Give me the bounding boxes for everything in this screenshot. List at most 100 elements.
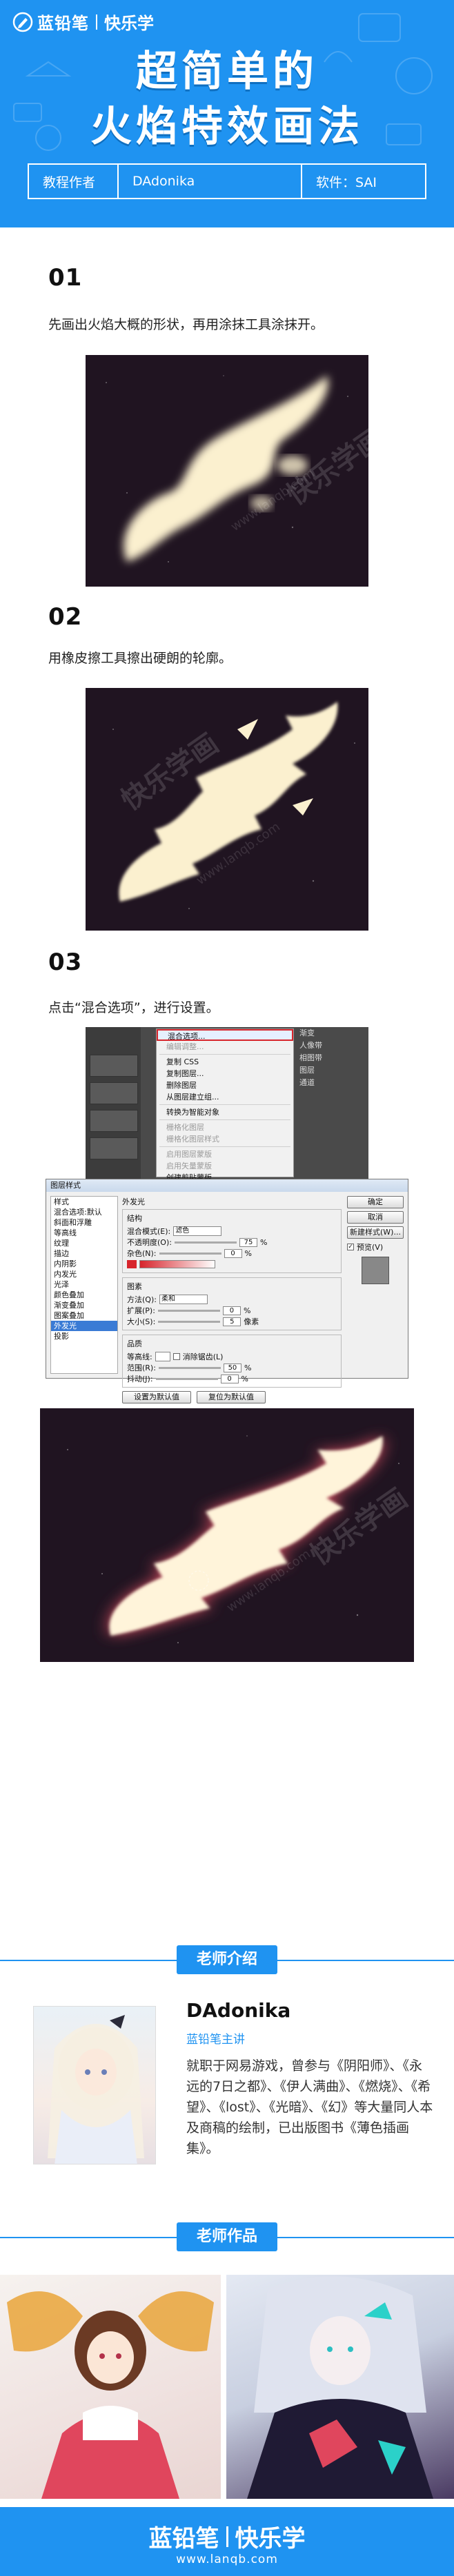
glow-gradient-swatch[interactable] [139, 1260, 215, 1268]
footer-brand: 蓝铅笔 快乐学 [0, 2519, 454, 2553]
method-select[interactable]: 柔和 [159, 1295, 208, 1304]
opacity-percent: % [259, 1237, 268, 1247]
range-label: 范围(R): [127, 1363, 156, 1372]
ps-layer-row[interactable] [90, 1137, 138, 1159]
brand-logo: 蓝铅笔 快乐学 [12, 10, 154, 34]
menu-item: 栅格化图层样式 [166, 1135, 219, 1144]
ps-layer-row[interactable] [90, 1110, 138, 1132]
author-name: DAdonika [119, 165, 302, 198]
elements-group: 图素 方法(Q): 柔和 扩展(P): 0 % 大小(S): 5 像素 [122, 1277, 342, 1330]
ok-button[interactable]: 确定 [347, 1196, 404, 1208]
method-label: 方法(Q): [127, 1295, 157, 1304]
style-list-item[interactable]: 等高线 [51, 1228, 117, 1238]
jitter-value[interactable]: 0 [220, 1374, 239, 1383]
side-panel-item[interactable]: 人像带 [294, 1039, 368, 1052]
size-value[interactable]: 5 [223, 1317, 241, 1326]
cancel-button[interactable]: 取消 [347, 1211, 404, 1224]
spread-percent: % [243, 1306, 251, 1315]
jitter-slider[interactable] [155, 1377, 218, 1380]
ps-layer-row[interactable] [90, 1082, 138, 1104]
blend-mode-select[interactable]: 滤色 [173, 1226, 222, 1236]
opacity-slider[interactable] [174, 1241, 237, 1244]
menu-separator [159, 1104, 290, 1105]
software-label: 软件：SAI [316, 174, 377, 190]
footer-divider [226, 2526, 228, 2547]
footer-url[interactable]: www.lanqb.com [0, 2553, 454, 2566]
style-list-item[interactable]: 外发光 [51, 1321, 117, 1331]
style-list-item[interactable]: 颜色叠加 [51, 1290, 117, 1300]
style-list-item[interactable]: 样式 [51, 1197, 117, 1207]
style-list-item[interactable]: 投影 [51, 1331, 117, 1341]
spread-label: 扩展(P): [127, 1306, 155, 1315]
style-list-item[interactable]: 光泽 [51, 1279, 117, 1290]
spread-value[interactable]: 0 [222, 1306, 241, 1315]
menu-item[interactable]: 混合选项... [157, 1029, 293, 1041]
range-percent: % [244, 1363, 252, 1372]
brand-divider [96, 14, 97, 30]
new-style-button[interactable]: 新建样式(W)... [347, 1226, 404, 1239]
structure-heading: 结构 [127, 1214, 142, 1223]
outer-glow-panel: 外发光 结构 混合模式(E): 滤色 不透明度(O): 75 % 杂色(N): … [122, 1196, 342, 1403]
step-number-03: 03 [48, 949, 83, 976]
style-list-item[interactable]: 渐变叠加 [51, 1300, 117, 1310]
contour-picker[interactable] [155, 1352, 170, 1361]
ps-context-menu: 混合选项... 编辑调整... 复制 CSS 复制图层... 删除图层 从图层建立组...… [156, 1028, 294, 1182]
style-list-item[interactable]: 斜面和浮雕 [51, 1217, 117, 1228]
side-panel-item[interactable]: 渐变 [294, 1027, 368, 1039]
style-list-item[interactable]: 混合选项:默认 [51, 1207, 117, 1217]
footer-brand-slogan: 快乐学 [235, 2525, 306, 2553]
opacity-value[interactable]: 75 [239, 1237, 257, 1247]
teacher-artwork [33, 2006, 156, 2164]
works-section-title: 老师作品 [177, 2222, 277, 2251]
elements-heading: 图素 [127, 1282, 142, 1291]
step-text-02: 用橡皮擦工具擦出硬朗的轮廓。 [48, 651, 233, 666]
dialog-title: 图层样式 [46, 1179, 408, 1192]
noise-label: 杂色(N): [127, 1249, 157, 1258]
noise-value[interactable]: 0 [224, 1248, 242, 1258]
blend-mode-label: 混合模式(E): [127, 1227, 171, 1236]
menu-item[interactable]: 从图层建立组... [157, 1091, 293, 1103]
anti-alias-checkbox[interactable] [172, 1353, 180, 1360]
range-value[interactable]: 50 [223, 1363, 241, 1372]
blue-hair-girl-illustration [247, 2276, 433, 2499]
page-title-line-2: 火焰特效画法 [90, 103, 364, 151]
menu-item: 栅格化图层 [166, 1123, 204, 1132]
menu-item[interactable]: 复制 CSS [157, 1056, 293, 1068]
outer-glow-heading: 外发光 [122, 1197, 145, 1206]
info-bar: 教程作者 DAdonika 软件：SAI [28, 163, 426, 199]
brand-slogan: 快乐学 [104, 14, 154, 33]
dialog-buttons: 确定 取消 新建样式(W)... ✓ 预览(V) [347, 1196, 404, 1284]
menu-item[interactable]: 复制图层... [157, 1068, 293, 1079]
style-list-item[interactable]: 内阴影 [51, 1259, 117, 1269]
size-label: 大小(S): [127, 1317, 156, 1326]
step-number-02: 02 [48, 603, 83, 631]
style-list-item[interactable]: 内发光 [51, 1269, 117, 1279]
teacher-role: 蓝铅笔主讲 [186, 2033, 245, 2047]
pencil-logo-icon [12, 12, 33, 32]
side-panel-item[interactable]: 相图带 [294, 1052, 368, 1064]
header-banner: 蓝铅笔 快乐学 超简单的 火焰特效画法 教程作者 DAdonika 软件：SAI [0, 0, 454, 227]
spread-slider[interactable] [157, 1309, 220, 1312]
menu-item[interactable]: 转换为智能对象 [157, 1106, 293, 1118]
noise-slider[interactable] [159, 1252, 221, 1255]
menu-item[interactable]: 删除图层 [157, 1079, 293, 1091]
preview-checkbox[interactable]: ✓ [347, 1244, 354, 1250]
teacher-section-title: 老师介绍 [177, 1945, 277, 1974]
style-list-item[interactable]: 描边 [51, 1248, 117, 1259]
style-list-item[interactable]: 纹理 [51, 1238, 117, 1248]
style-list-item[interactable]: 图案叠加 [51, 1310, 117, 1321]
step-text-03: 点击“混合选项”，进行设置。 [48, 1000, 219, 1015]
side-panel-item[interactable]: 图层 [294, 1064, 368, 1077]
tutorial-page: 蓝铅笔 快乐学 超简单的 火焰特效画法 教程作者 DAdonika 软件：SAI… [0, 0, 454, 2576]
range-slider[interactable] [158, 1366, 221, 1369]
size-slider[interactable] [158, 1320, 221, 1323]
anime-girl-illustration [48, 2015, 144, 2164]
teacher-bio: 就职于网易游戏，曾参与《阴阳师》、《永远的7日之都》、《伊人满曲》、《燃烧》、《… [186, 2058, 433, 2156]
menu-separator [159, 1054, 290, 1055]
set-default-button[interactable]: 设置为默认值 [122, 1391, 191, 1403]
structure-group: 结构 混合模式(E): 滤色 不透明度(O): 75 % 杂色(N): 0 % [122, 1209, 342, 1273]
ps-layer-row[interactable] [90, 1055, 138, 1077]
side-panel-item[interactable]: 通道 [294, 1077, 368, 1089]
glow-color-swatch[interactable] [127, 1260, 137, 1268]
reset-default-button[interactable]: 复位为默认值 [197, 1391, 266, 1403]
